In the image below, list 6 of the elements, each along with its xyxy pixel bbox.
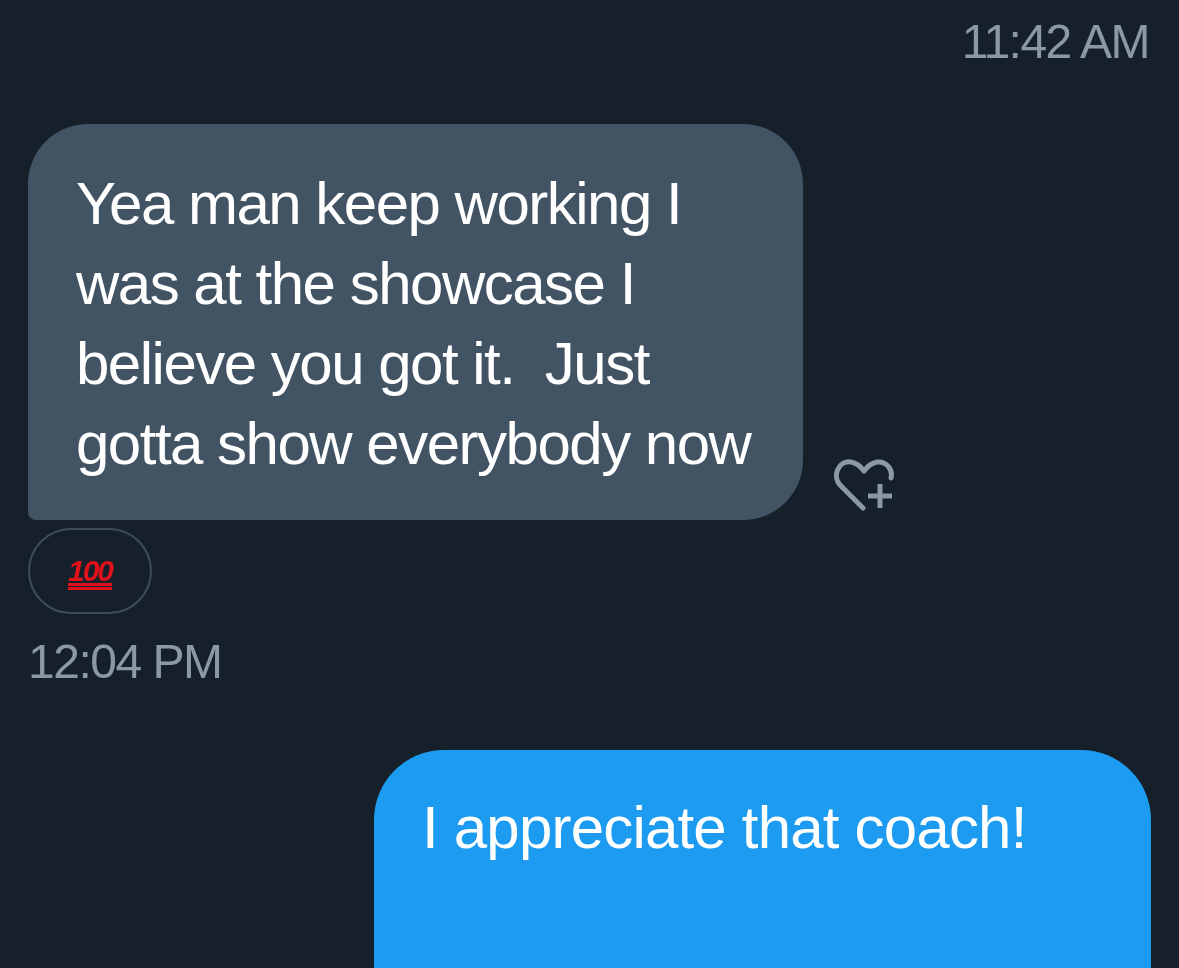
message-timestamp: 11:42 AM [961, 14, 1149, 70]
message-bubble: I appreciate that coach! [374, 750, 1151, 968]
reaction-pill[interactable]: 100 [28, 528, 152, 614]
add-reaction-icon[interactable] [833, 458, 897, 512]
message-timestamp: 12:04 PM [28, 634, 222, 690]
message-bubble: Yea man keep working I was at the showcase I believe you got it. Just gotta show everybody now [28, 124, 803, 520]
